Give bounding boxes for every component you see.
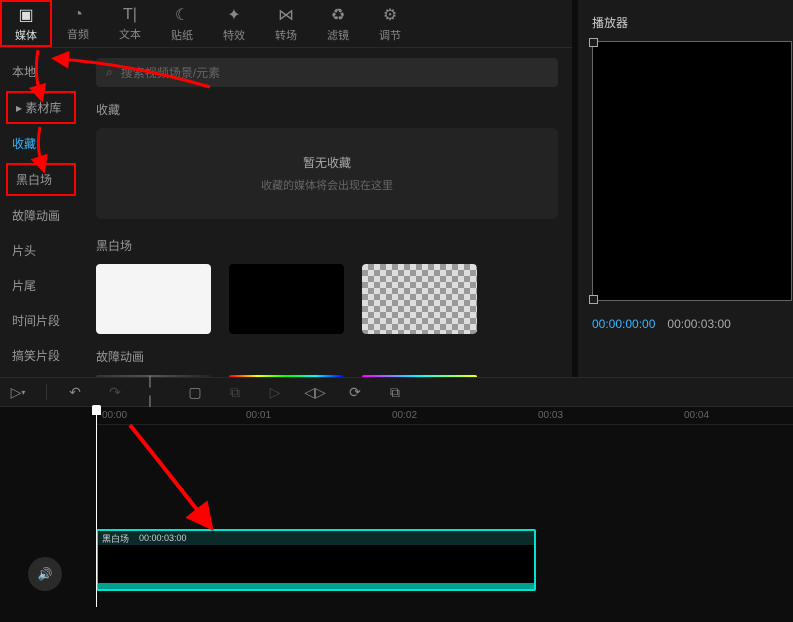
tab-effect[interactable]: ✦ 特效 [208,0,260,47]
sidebar: 本地 ▸ 素材库 收藏 黑白场 故障动画 片头 片尾 时间片段 搞笑片段 [0,48,82,377]
crop-button[interactable]: ⧉ [383,380,407,404]
sticker-icon: ☾ [175,5,189,25]
player-panel: 播放器 00:00:00:00 00:00:03:00 [578,0,793,377]
tab-sticker[interactable]: ☾ 贴纸 [156,0,208,47]
ruler-tick: 00:00 [102,410,127,421]
clip-duration: 00:00:03:00 [139,533,187,543]
tab-transition[interactable]: ⋈ 转场 [260,0,312,47]
favorites-empty: 暂无收藏 收藏的媒体将会出现在这里 [96,128,558,219]
timeline-ruler[interactable]: 00:00 00:01 00:02 00:03 00:04 [96,407,793,425]
search-icon: ⌕ [106,65,113,80]
sidebar-item-funny[interactable]: 搞笑片段 [0,338,82,373]
timeline-area: ▷▾ ↶ ↷ 〡〡 ▢ ⧉ ▷ ◁▷ ⟳ ⧉ 00:00 00:01 00:02… [0,377,793,622]
ruler-tick: 00:04 [684,410,709,421]
tab-text[interactable]: T| 文本 [104,0,156,47]
clip-footer [98,583,534,589]
audio-icon: ◔ [73,6,83,24]
time-total: 00:00:03:00 [667,317,730,331]
play-button[interactable]: ▷ [263,380,287,404]
sidebar-item-favorites[interactable]: 收藏 [0,126,82,161]
sidebar-item-bw[interactable]: 黑白场 [6,163,76,196]
effect-icon: ✦ [227,5,240,25]
player-times: 00:00:00:00 00:00:03:00 [592,317,779,331]
copy-button[interactable]: ⧉ [223,380,247,404]
top-tabs: ▣ 媒体 ◔ 音频 T| 文本 ☾ 贴纸 ✦ 特效 ⋈ 转场 [0,0,572,48]
ruler-tick: 00:02 [392,410,417,421]
delete-button[interactable]: ▢ [183,380,207,404]
rotate-button[interactable]: ⟳ [343,380,367,404]
mirror-button[interactable]: ◁▷ [303,380,327,404]
adjust-icon: ⚙ [383,5,397,25]
sidebar-item-fault[interactable]: 故障动画 [0,198,82,233]
undo-button[interactable]: ↶ [63,380,87,404]
section-favorites-title: 收藏 [96,101,558,118]
ruler-tick: 00:01 [246,410,271,421]
ruler-tick: 00:03 [538,410,563,421]
mute-button[interactable]: 🔊 [28,557,62,591]
sidebar-item-opening[interactable]: 片头 [0,233,82,268]
tab-filter[interactable]: ♻ 滤镜 [312,0,364,47]
sidebar-item-local[interactable]: 本地 [0,54,82,89]
playhead[interactable] [96,407,97,607]
search-input[interactable] [121,66,548,80]
favorites-empty-subtitle: 收藏的媒体将会出现在这里 [96,177,558,193]
thumb-white[interactable] [96,264,211,334]
text-icon: T| [123,6,137,24]
player-canvas[interactable] [592,41,792,301]
tab-audio[interactable]: ◔ 音频 [52,0,104,47]
search-box[interactable]: ⌕ [96,58,558,87]
bw-thumbs [96,264,558,334]
favorites-empty-title: 暂无收藏 [96,154,558,171]
player-title: 播放器 [578,0,793,41]
thumb-transparent[interactable] [362,264,477,334]
time-current: 00:00:00:00 [592,317,655,331]
sidebar-item-timeclip[interactable]: 时间片段 [0,303,82,338]
clip-header: 黑白场 00:00:03:00 [98,531,534,545]
cursor-tool[interactable]: ▷▾ [6,380,30,404]
split-button[interactable]: 〡〡 [143,380,167,404]
tab-adjust[interactable]: ⚙ 调节 [364,0,416,47]
sidebar-item-library[interactable]: ▸ 素材库 [6,91,76,124]
sidebar-item-ending[interactable]: 片尾 [0,268,82,303]
media-icon: ▣ [18,5,33,25]
section-fault-title: 故障动画 [96,348,558,365]
redo-button[interactable]: ↷ [103,380,127,404]
content-area: ⌕ 收藏 暂无收藏 收藏的媒体将会出现在这里 黑白场 故障动画 [82,48,572,377]
clip-name: 黑白场 [102,532,129,545]
thumb-black[interactable] [229,264,344,334]
timeline-toolbar: ▷▾ ↶ ↷ 〡〡 ▢ ⧉ ▷ ◁▷ ⟳ ⧉ [0,377,793,407]
timeline-clip[interactable]: 黑白场 00:00:03:00 [96,529,536,591]
section-bw-title: 黑白场 [96,237,558,254]
transition-icon: ⋈ [278,5,294,25]
filter-icon: ♻ [331,5,345,25]
tab-media[interactable]: ▣ 媒体 [0,0,52,47]
speaker-icon: 🔊 [38,567,53,581]
